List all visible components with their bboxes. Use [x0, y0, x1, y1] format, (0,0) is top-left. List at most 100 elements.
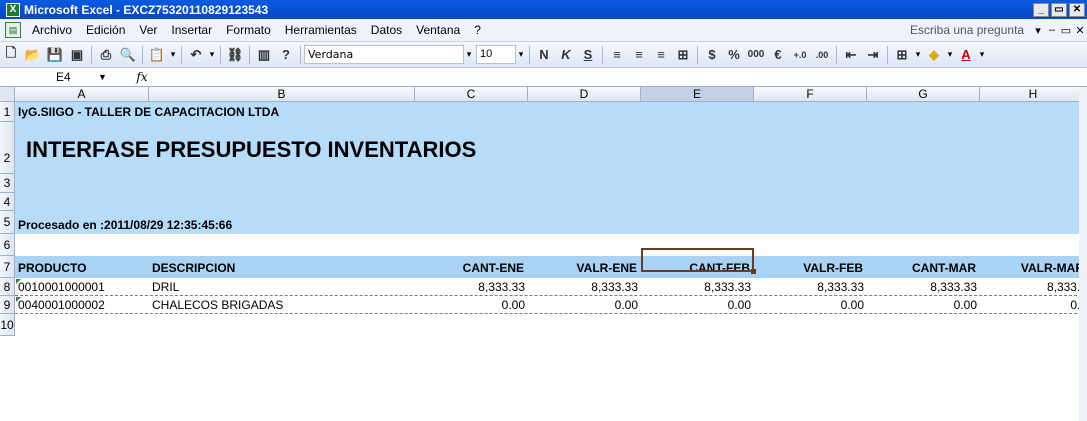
column-header-b[interactable]: B	[149, 87, 415, 102]
new-icon[interactable]: 🗋	[1, 45, 21, 65]
row8-valr-ene[interactable]: 8,333.33	[528, 278, 638, 296]
header-valr-feb[interactable]: VALR-FEB	[754, 256, 863, 280]
header-descripcion[interactable]: DESCRIPCION	[152, 256, 412, 280]
column-header-g[interactable]: G	[867, 87, 980, 102]
percent-button[interactable]: %	[724, 45, 744, 65]
doc-restore-button[interactable]: ▭	[1059, 24, 1073, 37]
header-cant-mar[interactable]: CANT-MAR	[867, 256, 976, 280]
doc-minimize-button[interactable]: –	[1045, 24, 1059, 36]
row-header-7[interactable]: 7	[0, 256, 15, 278]
paste-dropdown-icon[interactable]: ▾	[168, 49, 178, 60]
column-header-e[interactable]: E	[641, 87, 754, 102]
row8-valr-feb[interactable]: 8,333.33	[754, 278, 864, 296]
row9-valr-feb[interactable]: 0.00	[754, 296, 864, 314]
borders-dropdown-icon[interactable]: ▾	[913, 49, 923, 60]
sheet-title[interactable]: INTERFASE PRESUPUESTO INVENTARIOS	[26, 130, 476, 170]
font-size-select[interactable]: 10	[476, 45, 516, 64]
vertical-scrollbar[interactable]	[1079, 87, 1087, 421]
menu-edicion[interactable]: Edición	[79, 23, 132, 37]
workbook-icon[interactable]: ▤	[5, 22, 21, 38]
row-header-3[interactable]: 3	[0, 174, 15, 193]
header-cant-ene[interactable]: CANT-ENE	[415, 256, 524, 280]
header-valr-mar[interactable]: VALR-MAR	[980, 256, 1084, 280]
formula-input[interactable]	[172, 68, 1087, 86]
spreadsheet-grid[interactable]: A B C D E F G H 1 2 3 4 5 6 7 8 9 10 IyG…	[0, 87, 1087, 421]
italic-button[interactable]: K	[556, 45, 576, 65]
row-header-9[interactable]: 9	[0, 296, 15, 314]
font-color-dropdown-icon[interactable]: ▾	[977, 49, 987, 60]
fill-color-icon[interactable]: ◈	[924, 45, 944, 65]
help-dropdown-icon[interactable]: ▾	[1031, 24, 1045, 37]
maximize-button[interactable]: ▭	[1051, 2, 1067, 17]
chart-wizard-icon[interactable]: ▥	[254, 45, 274, 65]
row-header-6[interactable]: 6	[0, 234, 15, 256]
minimize-button[interactable]: _	[1033, 2, 1049, 17]
insert-hyperlink-icon[interactable]: ⛓	[225, 45, 245, 65]
column-header-d[interactable]: D	[528, 87, 641, 102]
column-header-c[interactable]: C	[415, 87, 528, 102]
menu-herramientas[interactable]: Herramientas	[278, 23, 364, 37]
row8-valr-mar[interactable]: 8,333.3	[980, 278, 1087, 296]
menu-help[interactable]: ?	[467, 23, 488, 37]
row9-cant-ene[interactable]: 0.00	[415, 296, 525, 314]
row8-descripcion[interactable]: DRIL	[152, 278, 412, 296]
align-left-icon[interactable]: ≡	[607, 45, 627, 65]
undo-dropdown-icon[interactable]: ▾	[207, 49, 217, 60]
fill-handle[interactable]	[751, 269, 756, 274]
menu-archivo[interactable]: Archivo	[25, 23, 79, 37]
row-header-10[interactable]: 10	[0, 314, 15, 336]
paste-icon[interactable]: 📋	[147, 45, 167, 65]
help-question-input[interactable]: Escriba una pregunta	[906, 22, 1031, 39]
row9-cant-feb[interactable]: 0.00	[641, 296, 751, 314]
header-producto[interactable]: PRODUCTO	[18, 256, 146, 280]
company-name[interactable]: IyG.SIIGO - TALLER DE CAPACITACION LTDA	[18, 102, 279, 122]
column-header-f[interactable]: F	[754, 87, 867, 102]
doc-close-button[interactable]: ✕	[1073, 24, 1087, 37]
increase-decimal-icon[interactable]: +.0	[790, 45, 810, 65]
row-header-5[interactable]: 5	[0, 211, 15, 234]
menu-formato[interactable]: Formato	[219, 23, 278, 37]
increase-indent-icon[interactable]: ⇥	[863, 45, 883, 65]
header-valr-ene[interactable]: VALR-ENE	[528, 256, 637, 280]
borders-icon[interactable]: ⊞	[892, 45, 912, 65]
bold-button[interactable]: N	[534, 45, 554, 65]
permission-icon[interactable]: ▣	[67, 45, 87, 65]
row8-producto[interactable]: 0010001000001	[18, 278, 146, 296]
thousands-button[interactable]: 000	[746, 45, 766, 65]
open-icon[interactable]: 📂	[23, 45, 43, 65]
row9-producto[interactable]: 0040001000002	[18, 296, 146, 314]
processed-timestamp[interactable]: Procesado en :2011/08/29 12:35:45:66	[18, 211, 232, 234]
name-box[interactable]: E4 ▼	[0, 68, 112, 86]
name-box-dropdown-icon[interactable]: ▼	[98, 68, 107, 86]
row8-cant-ene[interactable]: 8,333.33	[415, 278, 525, 296]
row9-descripcion[interactable]: CHALECOS BRIGADAS	[152, 296, 412, 314]
menu-datos[interactable]: Datos	[364, 23, 409, 37]
print-preview-icon[interactable]: 🔍	[118, 45, 138, 65]
row9-valr-ene[interactable]: 0.00	[528, 296, 638, 314]
align-center-icon[interactable]: ≡	[629, 45, 649, 65]
column-header-h[interactable]: H	[980, 87, 1087, 102]
underline-button[interactable]: S	[578, 45, 598, 65]
font-name-dropdown-icon[interactable]: ▾	[464, 49, 474, 60]
active-cell-e4[interactable]	[641, 248, 754, 272]
help-icon[interactable]: ?	[276, 45, 296, 65]
save-icon[interactable]: 💾	[45, 45, 65, 65]
row8-cant-feb[interactable]: 8,333.33	[641, 278, 751, 296]
row-header-2[interactable]: 2	[0, 122, 15, 174]
menu-ver[interactable]: Ver	[132, 23, 164, 37]
column-header-a[interactable]: A	[15, 87, 149, 102]
decrease-indent-icon[interactable]: ⇤	[841, 45, 861, 65]
row9-cant-mar[interactable]: 0.00	[867, 296, 977, 314]
font-name-select[interactable]: Verdana	[304, 45, 464, 64]
row-header-1[interactable]: 1	[0, 102, 15, 122]
menu-ventana[interactable]: Ventana	[409, 23, 467, 37]
row-header-4[interactable]: 4	[0, 193, 15, 211]
currency-button[interactable]: $	[702, 45, 722, 65]
align-right-icon[interactable]: ≡	[651, 45, 671, 65]
row-header-8[interactable]: 8	[0, 278, 15, 296]
merge-center-icon[interactable]: ⊞	[673, 45, 693, 65]
undo-icon[interactable]: ↶	[186, 45, 206, 65]
font-size-dropdown-icon[interactable]: ▾	[516, 49, 526, 60]
menu-insertar[interactable]: Insertar	[164, 23, 219, 37]
decrease-decimal-icon[interactable]: .00	[812, 45, 832, 65]
